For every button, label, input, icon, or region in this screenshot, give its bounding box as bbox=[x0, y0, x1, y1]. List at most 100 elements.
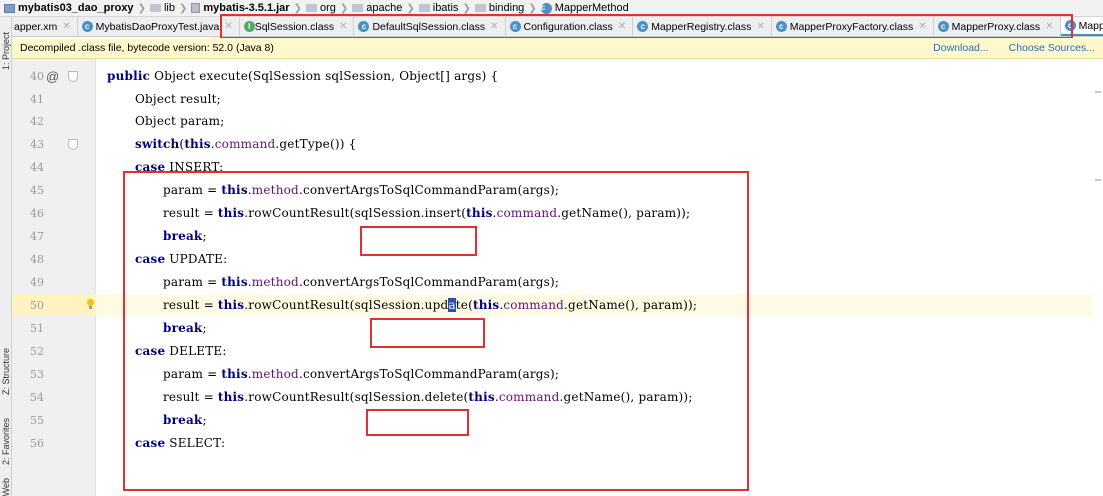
line-number: 51 bbox=[30, 321, 44, 335]
line-number: 40 bbox=[30, 69, 44, 83]
intention-bulb-icon[interactable] bbox=[86, 299, 95, 310]
breadcrumb-class[interactable]: c MapperMethod bbox=[540, 2, 629, 14]
code-editor[interactable]: 40 @ public Object execute(SqlSession sq… bbox=[12, 59, 1103, 496]
code-line[interactable]: 40 @ public Object execute(SqlSession sq… bbox=[12, 65, 1092, 87]
fold-icon[interactable] bbox=[68, 71, 78, 82]
close-icon[interactable]: ✕ bbox=[62, 21, 70, 32]
code-line[interactable]: 45 param = this.method.convertArgsToSqlC… bbox=[12, 179, 1092, 201]
decompiled-notice-banner: Decompiled .class file, bytecode version… bbox=[12, 38, 1103, 59]
tab-configuration[interactable]: c Configuration.class ✕ bbox=[506, 17, 634, 36]
code-text: param = this.method.convertArgsToSqlComm… bbox=[163, 183, 560, 197]
code-text: break; bbox=[163, 413, 207, 427]
code-line[interactable]: 56 case SELECT: bbox=[12, 432, 1092, 454]
fold-icon[interactable] bbox=[68, 139, 78, 150]
close-icon[interactable]: ✕ bbox=[224, 21, 232, 32]
code-line[interactable]: 41 Object result; bbox=[12, 88, 1092, 110]
line-number: 46 bbox=[30, 206, 44, 220]
code-text: break; bbox=[163, 229, 207, 243]
close-icon[interactable]: ✕ bbox=[918, 21, 926, 32]
code-line[interactable]: 43 switch(this.command.getType()) { bbox=[12, 133, 1092, 155]
line-number: 55 bbox=[30, 413, 44, 427]
breadcrumb-separator: ❯ bbox=[178, 2, 188, 14]
code-text: param = this.method.convertArgsToSqlComm… bbox=[163, 367, 560, 381]
close-icon[interactable]: ✕ bbox=[1045, 21, 1053, 32]
code-line[interactable]: 46 result = this.rowCountResult(sqlSessi… bbox=[12, 202, 1092, 224]
class-icon: c bbox=[358, 21, 370, 32]
code-text: break; bbox=[163, 321, 207, 335]
line-number: 45 bbox=[30, 183, 44, 197]
code-line[interactable]: 51 break; bbox=[12, 317, 1092, 339]
code-text: public Object execute(SqlSession sqlSess… bbox=[107, 69, 499, 83]
code-line[interactable]: 48 case UPDATE: bbox=[12, 248, 1092, 270]
structure-tool-button[interactable]: Z: Structure bbox=[0, 337, 12, 407]
breadcrumb-apache[interactable]: apache bbox=[352, 2, 402, 14]
tool-window-strip: 1: Project Z: Structure 2: Favorites Web bbox=[0, 17, 12, 496]
code-line[interactable]: 55 break; bbox=[12, 409, 1092, 431]
interface-icon: I bbox=[243, 21, 255, 32]
decompiled-notice-text: Decompiled .class file, bytecode version… bbox=[20, 42, 274, 54]
editor-tab-bar: apper.xm ✕ c MybatisDaoProxyTest.java ✕ I Sq… bbox=[12, 17, 1103, 37]
line-number: 44 bbox=[30, 160, 44, 174]
breadcrumb-binding[interactable]: binding bbox=[474, 2, 524, 14]
breadcrumb-separator: ❯ bbox=[293, 2, 302, 14]
close-icon[interactable]: ✕ bbox=[618, 21, 626, 32]
code-line[interactable]: 52 case DELETE: bbox=[12, 340, 1092, 362]
close-icon[interactable]: ✕ bbox=[756, 21, 764, 32]
breadcrumb-jar[interactable]: mybatis-3.5.1.jar bbox=[191, 2, 290, 14]
breadcrumb-lib[interactable]: lib bbox=[149, 2, 175, 14]
breadcrumb-module[interactable]: mybatis03_dao_proxy bbox=[4, 2, 134, 14]
breadcrumb-org[interactable]: org bbox=[305, 2, 336, 14]
class-icon: c bbox=[540, 2, 552, 14]
tab-sqlsession[interactable]: I SqlSession.class ✕ bbox=[240, 17, 355, 36]
code-line[interactable]: 44 case INSERT: bbox=[12, 156, 1092, 178]
close-icon[interactable]: ✕ bbox=[490, 21, 498, 32]
breadcrumb-separator: ❯ bbox=[528, 2, 537, 14]
line-number: 42 bbox=[30, 114, 44, 128]
scrollbar-marker[interactable] bbox=[1095, 179, 1101, 181]
tab-mapper-registry[interactable]: c MapperRegistry.class ✕ bbox=[633, 17, 772, 36]
code-text: case SELECT: bbox=[135, 436, 226, 450]
code-line-current[interactable]: 50 result = this.rowCountResult(sqlSessi… bbox=[12, 294, 1092, 316]
class-icon: c bbox=[775, 21, 787, 32]
breadcrumb-separator: ❯ bbox=[137, 2, 146, 14]
code-line[interactable]: 49 param = this.method.convertArgsToSqlC… bbox=[12, 271, 1092, 293]
download-sources-link[interactable]: Download... bbox=[933, 42, 988, 54]
close-icon[interactable]: ✕ bbox=[339, 21, 347, 32]
code-text: result = this.rowCountResult(sqlSession.… bbox=[163, 206, 691, 220]
code-line[interactable]: 54 result = this.rowCountResult(sqlSessi… bbox=[12, 386, 1092, 408]
breadcrumb-separator: ❯ bbox=[339, 2, 349, 14]
tab-mapper-xml[interactable]: apper.xm ✕ bbox=[12, 17, 78, 36]
override-icon[interactable]: @ bbox=[46, 69, 59, 84]
line-number: 41 bbox=[30, 92, 44, 106]
favorites-tool-button[interactable]: 2: Favorites bbox=[0, 409, 12, 475]
code-line[interactable]: 42 Object param; bbox=[12, 110, 1092, 132]
tab-mapper-proxy[interactable]: c MapperProxy.class ✕ bbox=[934, 17, 1061, 36]
line-number: 52 bbox=[30, 344, 44, 358]
breadcrumb-ibatis[interactable]: ibatis bbox=[418, 2, 458, 14]
project-tool-button[interactable]: 1: Project bbox=[0, 21, 12, 81]
class-icon: c bbox=[81, 21, 93, 32]
code-text: param = this.method.convertArgsToSqlComm… bbox=[163, 275, 560, 289]
breadcrumb-separator: ❯ bbox=[406, 2, 415, 14]
code-text: case UPDATE: bbox=[135, 252, 228, 266]
code-text: case INSERT: bbox=[135, 160, 224, 174]
tab-mapper-proxy-factory[interactable]: c MapperProxyFactory.class ✕ bbox=[772, 17, 934, 36]
code-text: switch(this.command.getType()) { bbox=[135, 137, 357, 151]
line-number: 53 bbox=[30, 367, 44, 381]
scrollbar-marker[interactable] bbox=[1095, 91, 1101, 93]
tab-default-sqlsession[interactable]: c DefaultSqlSession.class ✕ bbox=[354, 17, 506, 36]
line-number: 56 bbox=[30, 436, 44, 450]
line-number: 47 bbox=[30, 229, 44, 243]
tab-mapper-method[interactable]: cMapperMethod.class✕ bbox=[1060, 17, 1103, 36]
class-icon: c bbox=[509, 21, 521, 32]
choose-sources-link[interactable]: Choose Sources... bbox=[1009, 42, 1095, 54]
package-icon bbox=[352, 4, 364, 12]
code-line[interactable]: 47 break; bbox=[12, 225, 1092, 247]
code-text: Object param; bbox=[135, 114, 225, 128]
code-text: Object result; bbox=[135, 92, 221, 106]
line-number: 43 bbox=[30, 137, 44, 151]
code-line[interactable]: 53 param = this.method.convertArgsToSqlC… bbox=[12, 363, 1092, 385]
line-number: 49 bbox=[30, 275, 44, 289]
web-tool-button[interactable]: Web bbox=[0, 477, 12, 496]
tab-mybatis-dao-proxy-test[interactable]: c MybatisDaoProxyTest.java ✕ bbox=[78, 17, 240, 36]
